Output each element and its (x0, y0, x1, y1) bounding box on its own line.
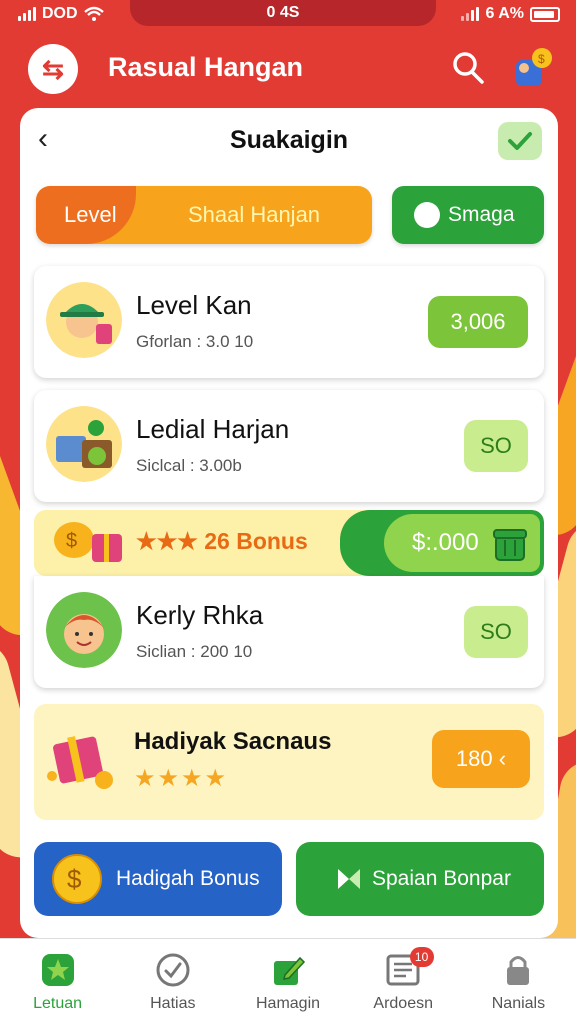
reward-name: Hadiyak Sacnaus (134, 728, 332, 755)
status-left: DOD (18, 5, 104, 23)
nav-label: Hatias (150, 995, 196, 1012)
item-name: Level Kan (136, 290, 252, 320)
tab-smaga-label: Smaga (448, 203, 515, 226)
list-item[interactable]: Ledial Harjan Siclcal : 3.00b SO (34, 390, 544, 502)
wifi-icon (83, 6, 104, 21)
item-value-badge[interactable]: 3,006 (428, 296, 528, 348)
battery-text: 6 A% (485, 5, 524, 22)
gift-coin-icon: $ (54, 522, 122, 562)
bonus-stars: ★★★ (136, 528, 198, 554)
bowtie-icon (338, 869, 360, 889)
spaian-button[interactable]: Spaian Bonpar (296, 842, 544, 916)
lock-icon (507, 956, 530, 985)
star-icon (41, 954, 74, 986)
status-right: 6 A% (461, 5, 560, 23)
bonus-button-label: Hadigah Bonus (116, 867, 260, 890)
reward-card[interactable]: Hadiyak Sacnaus ★★★★ 180 ‹ (34, 704, 544, 820)
nav-label: Letuan (33, 995, 83, 1012)
reward-value-badge[interactable]: 180 ‹ (432, 730, 530, 788)
tab-level-label: Level (36, 186, 136, 244)
svg-text:$: $ (538, 52, 545, 66)
nav-item-ardoesn[interactable]: 10 Ardoesn (346, 939, 461, 1024)
item-name: Kerly Rhka (136, 600, 264, 630)
user-avatar-icon[interactable]: $ (510, 46, 554, 90)
bonus-text: 26 Bonus (204, 528, 308, 554)
share-icon (414, 202, 440, 228)
status-time: 0 4S (130, 0, 436, 26)
card-header: ‹ Suakaigin (20, 108, 558, 172)
app-bar: ⇆ Rasual Hangan $ (0, 40, 576, 100)
tab-level-sub: Shaal Hanjan (187, 202, 321, 227)
check-icon (508, 132, 532, 150)
signal-icon (18, 7, 36, 21)
bonus-strip[interactable]: $ ★★★ 26 Bonus $:.000 (34, 510, 544, 576)
app-title: Rasual Hangan (108, 52, 304, 82)
nav-label: Nanials (491, 995, 546, 1012)
nav-item-letuan[interactable]: Letuan (0, 939, 115, 1024)
nav-item-hatias[interactable]: Hatias (115, 939, 230, 1024)
reward-stars: ★★★★ (134, 765, 229, 792)
spaian-button-label: Spaian Bonpar (372, 867, 511, 890)
bottom-nav: Letuan Hatias Hamagin 10 Ardoesn Nanials (0, 938, 576, 1024)
nav-label: Hamagin (255, 995, 321, 1012)
bonus-button[interactable]: $ Hadigah Bonus (34, 842, 282, 916)
svg-text:$: $ (66, 530, 77, 552)
item-sub: Siclian : 200 10 (136, 642, 253, 661)
battery-icon (530, 6, 560, 22)
main-card: ‹ Suakaigin Level Shaal Hanjan Smaga Lev… (20, 108, 558, 938)
page-title: Suakaigin (229, 126, 349, 154)
confirm-button[interactable] (498, 122, 542, 160)
tab-row: Level Shaal Hanjan Smaga (36, 186, 544, 244)
tab-level[interactable]: Level Shaal Hanjan (36, 186, 372, 244)
item-value-badge[interactable]: SO (464, 420, 528, 472)
status-bar: DOD 0 4S 6 A% (0, 0, 576, 30)
notification-badge: 10 (409, 947, 434, 967)
gift-box-icon (47, 736, 113, 789)
app-logo[interactable]: ⇆ (28, 44, 78, 94)
item-sub: Gforlan : 3.0 10 (136, 332, 254, 351)
edit-icon (274, 956, 306, 985)
item-sub: Siclcal : 3.00b (136, 456, 242, 475)
carrier-text: DOD (42, 5, 78, 22)
search-icon[interactable] (450, 50, 486, 86)
item-name: Ledial Harjan (136, 414, 290, 444)
tab-smaga[interactable]: Smaga (392, 186, 544, 244)
basket-icon[interactable] (492, 524, 528, 562)
list-item[interactable]: Level Kan Gforlan : 3.0 10 3,006 (34, 266, 544, 378)
nav-item-hamagin[interactable]: Hamagin (230, 939, 345, 1024)
check-circle-icon (156, 953, 190, 987)
nav-label: Ardoesn (373, 995, 433, 1012)
item-value-badge[interactable]: SO (464, 606, 528, 658)
avatar-boy-cap-icon (46, 282, 122, 358)
avatar-boy-icon (46, 592, 122, 668)
nav-item-nanials[interactable]: Nanials (461, 939, 576, 1024)
list-item[interactable]: Kerly Rhka Siclian : 200 10 SO (34, 576, 544, 688)
bonus-label: ★★★ 26 Bonus (136, 528, 308, 555)
signal-icon (461, 7, 480, 21)
coin-icon: $ (52, 854, 102, 904)
avatar-treasure-icon (46, 406, 122, 482)
svg-text:$: $ (67, 864, 82, 894)
